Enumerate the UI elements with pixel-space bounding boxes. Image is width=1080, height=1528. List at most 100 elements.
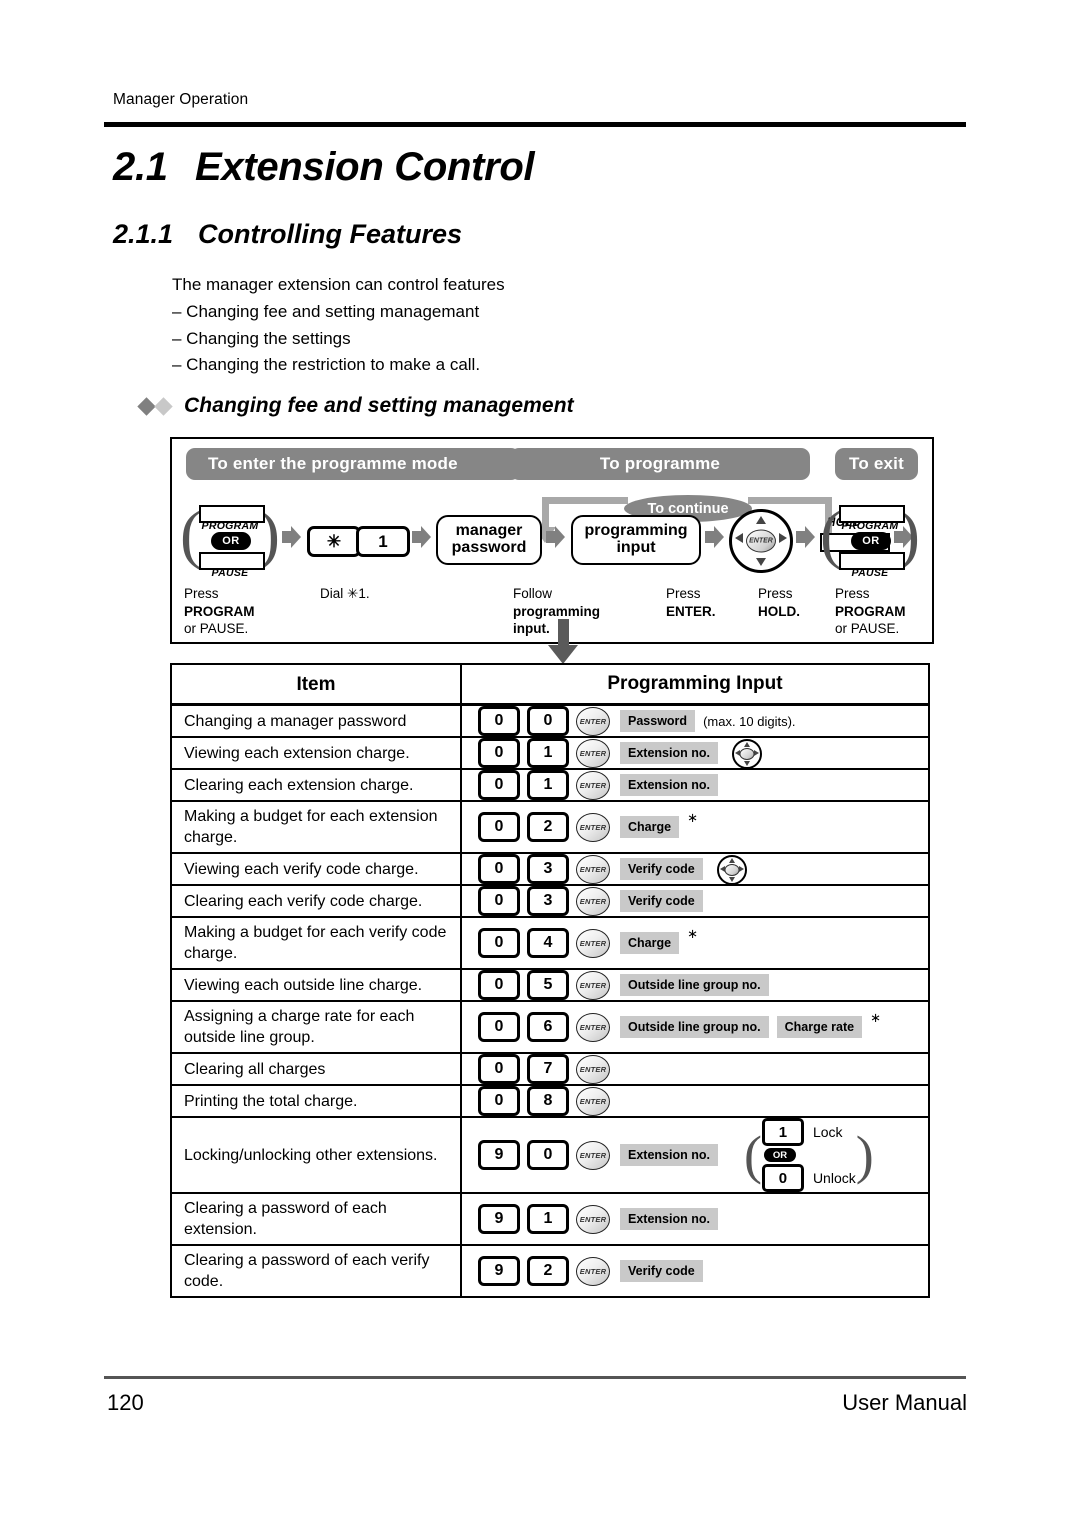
enter-key-icon: ENTER xyxy=(576,1012,610,1042)
column-header-programming-input: Programming Input xyxy=(607,673,783,694)
table-cell-item: Changing a manager password xyxy=(172,706,462,736)
enter-key-icon: ENTER xyxy=(576,1140,610,1170)
diamond-heading-label: Changing fee and setting management xyxy=(184,394,574,417)
pause-key-label-exit: PAUSE xyxy=(851,567,889,579)
caption-press-enter: Press ENTER. xyxy=(666,585,716,620)
table-cell-item: Clearing each verify code charge. xyxy=(172,886,462,916)
table-row: Printing the total charge. 0 8 ENTER xyxy=(172,1086,928,1118)
table-header-row: Item Programming Input xyxy=(172,665,928,706)
intro-bullet-1: – Changing fee and setting managemant xyxy=(172,301,480,321)
table-cell-item: Locking/unlocking other extensions. xyxy=(172,1118,462,1192)
table-cell-item: Viewing each extension charge. xyxy=(172,738,462,768)
key-sequence: 0 8 ENTER xyxy=(478,1086,620,1116)
nav-left-arrow-icon xyxy=(735,533,743,543)
flow-step-exit-program-pause: ( ) PROGRAM OR PAUSE xyxy=(820,499,920,580)
enter-key-icon: ENTER xyxy=(576,1054,610,1084)
caption-enter-l1: Press xyxy=(666,586,701,601)
document-page: Manager Operation 2.1 Extension Control 2… xyxy=(0,0,1080,1528)
enter-key-icon: ENTER xyxy=(576,854,610,884)
footnote-asterisk: ∗ xyxy=(687,926,698,941)
programming-input-line1: programming xyxy=(584,522,688,540)
table-row: Making a budget for each extension charg… xyxy=(172,802,928,854)
flow-pill-enter-mode: To enter the programme mode xyxy=(186,448,520,480)
digit-key: 0 xyxy=(527,1140,569,1170)
intro-bullet-3: – Changing the restriction to make a cal… xyxy=(172,355,481,375)
caption-press-program: Press PROGRAM or PAUSE. xyxy=(184,585,255,638)
flow-arrow-2-icon xyxy=(412,526,431,548)
digit-key: 4 xyxy=(527,928,569,958)
digit-key: 2 xyxy=(527,1256,569,1286)
table-cell-item: Assigning a charge rate for each outside… xyxy=(172,1002,462,1052)
table-cell-item: Viewing each verify code charge. xyxy=(172,854,462,884)
enter-key-icon: ENTER xyxy=(576,1256,610,1286)
table-row: Clearing each extension charge. 0 1 ENTER Ex… xyxy=(172,770,928,802)
caption-press-hold: Press HOLD. xyxy=(758,585,800,620)
digit-key: 9 xyxy=(478,1256,520,1286)
digit-key: 0 xyxy=(478,970,520,1000)
diamond-icon-light xyxy=(154,396,173,416)
subsection-title: 2.1.1 Controlling Features xyxy=(113,219,462,250)
table-row: Clearing all charges 0 7 ENTER xyxy=(172,1054,928,1086)
navigator-enter-label: ENTER xyxy=(746,529,776,553)
navigator-icon xyxy=(731,739,762,769)
digit-key: 1 xyxy=(527,738,569,768)
programming-input-line2: input xyxy=(616,539,656,556)
caption-press-program-l1: Press xyxy=(184,586,219,601)
table-cell-programming-input: 0 7 ENTER xyxy=(462,1054,928,1084)
page-number: 120 xyxy=(107,1390,144,1415)
parameter-tag: Extension no. xyxy=(620,774,718,796)
running-head: Manager Operation xyxy=(113,91,249,108)
table-cell-programming-input: 0 4 ENTER Charge ∗ xyxy=(462,918,928,968)
footnote-asterisk: ∗ xyxy=(687,810,698,825)
table-cell-programming-input: 0 3 ENTER Verify code xyxy=(462,854,928,885)
one-key: 1 xyxy=(356,526,410,557)
digit-key: 2 xyxy=(527,812,569,842)
digit-key: 9 xyxy=(478,1204,520,1234)
key-sequence: 0 6 ENTER Outside line group no. Charge rate… xyxy=(478,1010,881,1042)
enter-key-icon: ENTER xyxy=(576,706,610,736)
digit-key: 1 xyxy=(527,770,569,800)
parameter-tag: Verify code xyxy=(620,858,703,880)
table-cell-programming-input: 0 2 ENTER Charge ∗ xyxy=(462,802,928,852)
subsection-title-text: Controlling Features xyxy=(198,219,463,249)
digit-key: 0 xyxy=(478,1086,520,1116)
flow-arrow-1-icon xyxy=(282,526,301,548)
table-cell-item: Making a budget for each verify code cha… xyxy=(172,918,462,968)
parameter-tag: Charge xyxy=(620,932,680,954)
manager-password-box: manager password xyxy=(436,515,542,565)
table-cell-programming-input: 0 6 ENTER Outside line group no. Charge rate… xyxy=(462,1002,928,1052)
bracket-right-icon-lock: ) xyxy=(855,1125,874,1185)
key-sequence: 0 1 ENTER Extension no. xyxy=(478,770,726,800)
key-sequence: 9 1 ENTER Extension no. xyxy=(478,1204,726,1234)
digit-key: 0 xyxy=(478,886,520,916)
programming-input-table: Item Programming Input Changing a manage… xyxy=(170,663,930,1298)
navigator-icon xyxy=(716,855,747,885)
lock-label: Lock xyxy=(812,1124,843,1140)
caption-press-program-l2: PROGRAM xyxy=(184,603,255,619)
caption-enter-l2: ENTER. xyxy=(666,603,716,619)
caption-follow-programming: Follow programming input. xyxy=(513,585,600,638)
manual-label: User Manual xyxy=(842,1390,967,1415)
program-key-label: PROGRAM xyxy=(201,520,259,532)
caption-exit-l2: PROGRAM xyxy=(835,603,906,619)
enter-key-icon: ENTER xyxy=(576,886,610,916)
enter-key-icon: ENTER xyxy=(576,1086,610,1116)
star-key: ✳ xyxy=(307,526,361,557)
parameter-tag: Password xyxy=(620,710,696,732)
intro-block: The manager extension can control featur… xyxy=(172,272,505,379)
parameter-tag: Outside line group no. xyxy=(620,1016,769,1038)
enter-key-icon: ENTER xyxy=(576,928,610,958)
nav-up-arrow-icon xyxy=(756,516,766,524)
digit-key: 0 xyxy=(478,1054,520,1084)
flow-arrow-4-icon xyxy=(705,526,724,548)
digit-key: 0 xyxy=(478,928,520,958)
digit-key: 0 xyxy=(478,854,520,884)
key-sequence: 0 2 ENTER Charge ∗ xyxy=(478,810,698,842)
caption-follow-l2: programming xyxy=(513,603,601,619)
table-cell-item: Clearing each extension charge. xyxy=(172,770,462,800)
table-cell-programming-input: 0 5 ENTER Outside line group no. xyxy=(462,970,928,1000)
unlock-key: 0 xyxy=(761,1164,804,1192)
key-sequence: 9 2 ENTER Verify code xyxy=(478,1256,711,1286)
or-badge-icon-lock: OR xyxy=(763,1148,796,1162)
key-sequence: 9 0 ENTER Extension no.(1 Lock OR 0 Unlock) xyxy=(478,1118,874,1192)
